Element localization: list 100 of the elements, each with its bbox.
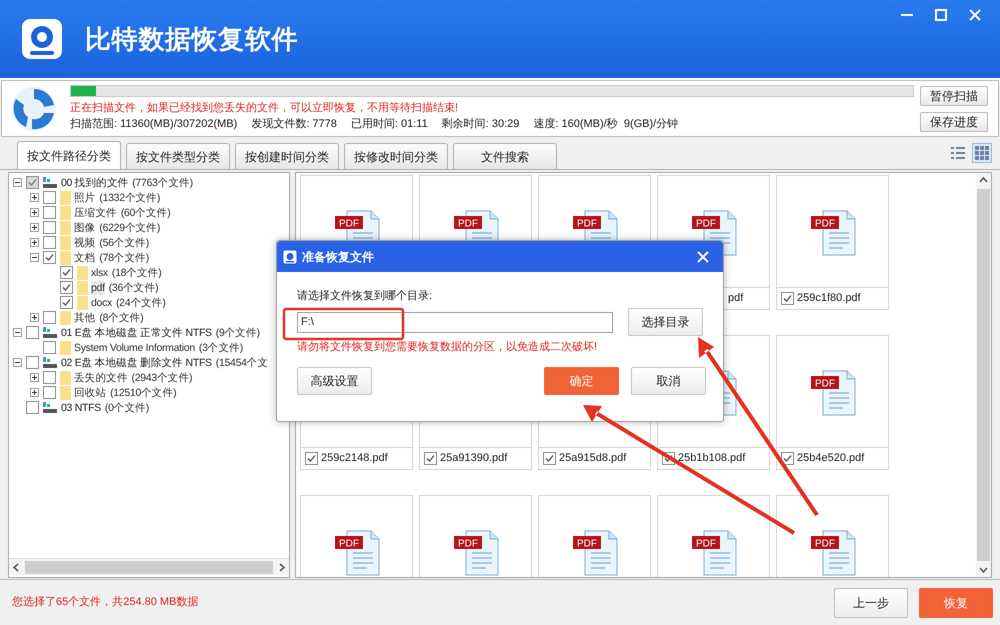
collapse-icon[interactable] (13, 178, 22, 187)
tree-item[interactable]: 01 E盘 本地磁盘 正常文件 NTFS (61, 326, 212, 340)
file-count: (36个文件) (108, 280, 158, 294)
file-thumbnail[interactable]: PDF (776, 175, 889, 288)
folder-icon (77, 296, 88, 310)
tree-item[interactable]: System Volume Information (74, 340, 195, 354)
scan-stat: 扫描范围: 11360(MB)/307202(MB) (70, 117, 238, 132)
tree-item[interactable]: xlsx (91, 266, 108, 280)
file-count: (3个文件) (198, 340, 243, 354)
scrollbar-thumb[interactable] (977, 189, 990, 561)
checked-checkbox[interactable] (43, 251, 56, 264)
drive-icon (42, 401, 58, 414)
tree-item[interactable]: pdf (91, 280, 105, 294)
checked-checkbox[interactable] (60, 266, 73, 279)
tree-item[interactable]: 02 E盘 本地磁盘 删除文件 NTFS (61, 356, 212, 370)
advanced-settings-button[interactable]: 高级设置 (297, 366, 372, 394)
browse-button[interactable]: 选择目录 (628, 308, 703, 336)
folder-icon (77, 266, 88, 280)
checked-checkbox[interactable] (781, 452, 794, 465)
tree-item[interactable]: 文档 (74, 250, 96, 264)
expand-icon[interactable] (30, 313, 39, 322)
file-count: (56个文件) (99, 236, 149, 250)
tree-item[interactable]: 03 NTFS (61, 400, 101, 414)
file-count: (78个文件) (99, 250, 149, 264)
checked-checkbox[interactable] (424, 452, 437, 465)
scroll-down-icon[interactable] (979, 565, 988, 574)
file-count: (9个文件) (216, 326, 260, 340)
expand-icon[interactable] (30, 238, 39, 247)
file-count: (24个文件) (116, 296, 166, 310)
tree-item[interactable]: 视频 (74, 236, 96, 250)
file-thumbnail[interactable]: PDF (657, 495, 770, 577)
cancel-button[interactable]: 取消 (631, 366, 706, 394)
file-count: (6229个文件) (99, 220, 160, 234)
checked-checkbox[interactable] (305, 452, 318, 465)
checkbox[interactable] (43, 206, 56, 219)
collapse-icon[interactable] (13, 328, 22, 337)
horizontal-scrollbar[interactable] (9, 558, 289, 575)
window-title: 比特数据恢复软件 (85, 22, 298, 56)
expand-icon[interactable] (30, 373, 39, 382)
scan-button[interactable]: 保存进度 (920, 112, 988, 132)
scroll-up-icon[interactable] (979, 176, 988, 185)
checked-checkbox[interactable] (543, 452, 556, 465)
scroll-left-icon[interactable] (12, 562, 21, 572)
checkbox[interactable] (43, 236, 56, 249)
checked-checkbox[interactable] (26, 176, 39, 189)
scrollbar-thumb[interactable] (25, 560, 273, 574)
folder-icon (77, 280, 88, 294)
file-count: (0个文件) (104, 400, 149, 414)
close-icon (697, 250, 709, 262)
checked-checkbox[interactable] (60, 281, 73, 294)
tree-item[interactable]: 丢失的文件 (74, 370, 128, 384)
back-button[interactable]: 上一步 (834, 588, 908, 618)
tab[interactable]: 按文件类型分类 (126, 143, 230, 169)
tree-item[interactable]: 压缩文件 (74, 206, 117, 220)
file-thumbnail[interactable]: PDF (300, 495, 413, 577)
scan-stat: 发现文件数: 7778 (251, 116, 337, 132)
scroll-right-icon[interactable] (277, 562, 286, 572)
expand-icon[interactable] (30, 223, 39, 232)
tree-item[interactable]: 图像 (74, 220, 96, 234)
vertical-scrollbar[interactable] (976, 173, 991, 577)
tree-item[interactable]: docx (91, 296, 112, 310)
checkbox[interactable] (26, 401, 39, 414)
checked-checkbox[interactable] (781, 292, 794, 305)
checkbox[interactable] (43, 311, 56, 324)
file-count: (15454个文 (216, 356, 268, 370)
tab[interactable]: 按修改时间分类 (344, 143, 448, 169)
minimize-icon (901, 14, 913, 16)
tree-item[interactable]: 00 找到的文件 (61, 176, 128, 190)
checkbox[interactable] (43, 371, 56, 384)
checkbox[interactable] (43, 386, 56, 399)
file-thumbnail[interactable]: PDF (538, 495, 651, 577)
file-count: (7763个文件) (132, 176, 193, 190)
scan-message: 正在扫描文件，如果已经找到您丢失的文件，可以立即恢复，不用等待扫描结束! (70, 100, 460, 116)
tab[interactable]: 文件搜索 (453, 143, 557, 169)
tab[interactable]: 按文件路径分类 (17, 141, 121, 169)
scan-stat: 速度: 160(MB)/秒 9(GB)/分钟 (533, 116, 678, 132)
file-thumbnail[interactable]: PDF (776, 335, 889, 448)
tree-item[interactable]: 回收站 (74, 386, 106, 400)
checkbox[interactable] (43, 221, 56, 234)
drive-icon (42, 356, 58, 369)
close-icon (969, 9, 981, 21)
close-button[interactable] (695, 248, 711, 264)
tree-item[interactable]: 其他 (74, 310, 96, 324)
path-field[interactable]: F:\ (297, 312, 614, 332)
checked-checkbox[interactable] (60, 296, 73, 309)
checkbox[interactable] (26, 356, 39, 369)
checkbox[interactable] (43, 191, 56, 204)
collapse-icon[interactable] (30, 253, 39, 262)
expand-icon[interactable] (30, 193, 39, 202)
checkbox[interactable] (43, 341, 56, 354)
collapse-icon[interactable] (13, 358, 22, 367)
scan-stat: 已用时间: 01:11 (350, 117, 428, 132)
checkbox[interactable] (26, 326, 39, 339)
expand-icon[interactable] (30, 388, 39, 397)
grid-view-button[interactable] (972, 143, 992, 163)
expand-icon[interactable] (30, 208, 39, 217)
tree-item[interactable]: 照片 (74, 190, 96, 204)
tab[interactable]: 按创建时间分类 (235, 143, 339, 169)
file-thumbnail[interactable]: PDF (419, 495, 532, 577)
scan-button[interactable]: 暂停扫描 (920, 86, 988, 106)
